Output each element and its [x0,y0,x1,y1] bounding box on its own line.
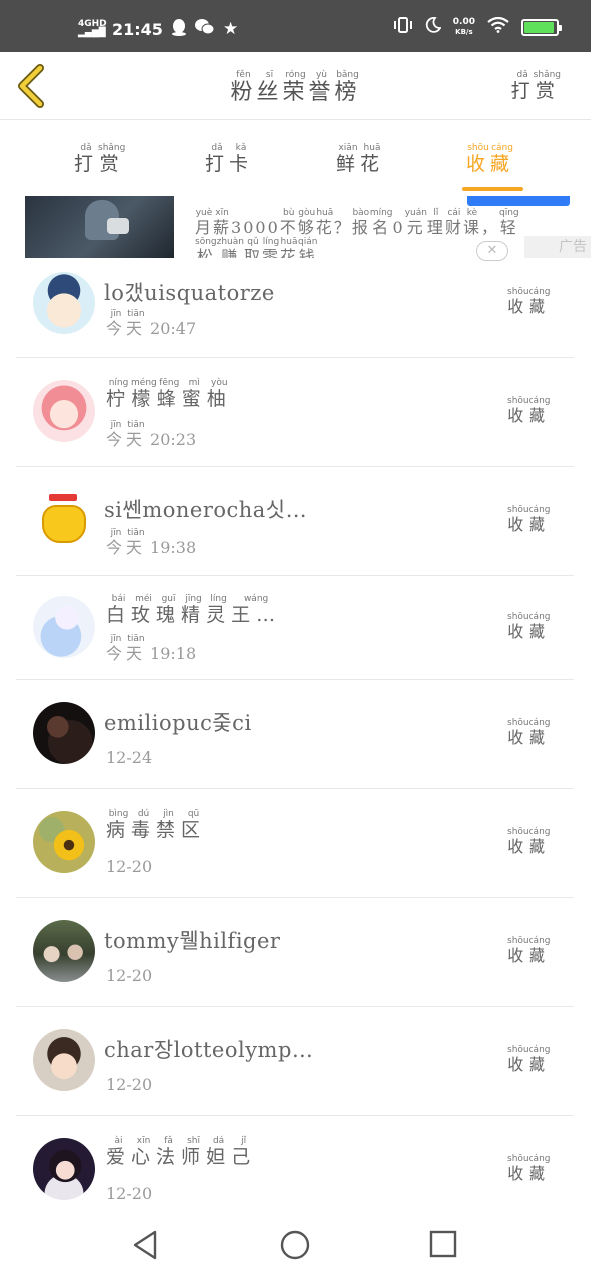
title-char: 榜bǎng [334,70,361,105]
network-speed: 0.00 KB/s [452,17,475,36]
tab-checkin[interactable]: 打dǎ卡kǎ [205,143,253,176]
user-name: 柠níng檬méng蜂fēng蜜mì柚yòu [106,378,232,410]
list-item[interactable]: lo갰uisquatorze 今jīn天tiān20:47 收shōu藏cáng [0,249,591,358]
list-item[interactable]: 柠níng檬méng蜂fēng蜜mì柚yòu 今jīn天tiān20:23 收s… [0,358,591,467]
timestamp: 12-20 [106,857,153,876]
avatar[interactable] [33,380,95,442]
favorite-button[interactable]: 收shōu藏cáng [507,505,551,535]
favorite-button[interactable]: 收shōu藏cáng [507,936,551,966]
avatar[interactable] [33,920,95,982]
timestamp: 今jīn天tiān19:18 [106,634,197,663]
title-char: 丝sī [256,70,283,105]
tab-bar: 打dǎ赏shǎng 打dǎ卡kǎ 鲜xiān花huā 收shōu藏cáng [0,121,591,196]
list-item[interactable]: emiliopuc줒ci 12-24 收shōu藏cáng [0,680,591,789]
status-bar: 4GHD ▂▄▆█ 21:45 ★ 0.00 KB/s [0,0,591,52]
favorite-button[interactable]: 收shōu藏cáng [507,1045,551,1075]
ad-label: 广告 [524,236,591,258]
qq-icon [171,18,187,40]
list-item[interactable]: si쎈monerocha싯… 今jīn天tiān19:38 收shōu藏cáng [0,467,591,576]
list-item[interactable]: 病bìng毒dú禁jìn区qū 12-20 收shōu藏cáng [0,789,591,898]
battery-icon [521,18,562,36]
avatar[interactable] [33,596,95,658]
home-circle-icon[interactable] [279,1229,311,1261]
timestamp: 12-20 [106,966,153,985]
favorite-button[interactable]: 收shōu藏cáng [507,1154,551,1184]
user-name: 爱ài心xīn法fǎ师shī妲dá己jǐ [106,1136,257,1168]
tab-tip[interactable]: 打dǎ赏shǎng [74,143,125,176]
wechat-icon [194,19,215,39]
user-name: lo갰uisquatorze [104,281,275,305]
timestamp: 今jīn天tiān19:38 [106,528,197,557]
vibrate-icon [393,17,413,37]
favorite-button[interactable]: 收shōu藏cáng [507,612,551,642]
avatar[interactable] [33,811,95,873]
user-name: 病bìng毒dú禁jìn区qū [106,809,207,841]
title-char: 誉yù [308,70,335,105]
favorite-button[interactable]: 收shōu藏cáng [507,718,551,748]
list-item[interactable]: char장lotteolymp… 12-20 收shōu藏cáng [0,1007,591,1116]
recents-square-icon[interactable] [428,1229,458,1259]
active-tab-indicator [462,187,523,191]
timestamp: 今jīn天tiān20:23 [106,420,197,449]
list-item[interactable]: 爱ài心xīn法fǎ师shī妲dá己jǐ 12-20 收shōu藏cáng [0,1116,591,1216]
header: 粉fěn丝sī荣róng誉yù榜bǎng 打dǎ赏shǎng [0,52,591,120]
ad-action-button[interactable] [467,196,570,206]
list-item[interactable]: 白bái玫méi瑰guī精jīng灵líng王…wáng 今jīn天tiān19… [0,576,591,680]
user-name: si쎈monerocha싯… [104,498,308,522]
tab-flowers[interactable]: 鲜xiān花huā [336,143,384,176]
status-time: 21:45 [112,19,163,39]
moon-icon [425,17,442,37]
timestamp: 12-20 [106,1075,153,1094]
user-name: tommy뭴hilfiger [104,929,281,953]
avatar[interactable] [33,1029,95,1091]
user-name: emiliopuc줒ci [104,711,252,735]
star-icon: ★ [222,18,239,39]
close-icon[interactable]: ✕ [476,241,508,261]
tab-favorites[interactable]: 收shōu藏cáng [466,143,514,176]
avatar[interactable] [33,489,95,551]
favorite-button[interactable]: 收shōu藏cáng [507,827,551,857]
back-triangle-icon[interactable] [130,1229,162,1261]
timestamp: 今jīn天tiān20:47 [106,309,197,338]
wifi-icon [487,16,509,37]
user-name: char장lotteolymp… [104,1038,314,1062]
avatar[interactable] [33,272,95,334]
list-item[interactable]: tommy뭴hilfiger 12-20 收shōu藏cáng [0,898,591,1007]
title-char: 荣róng [282,70,309,105]
favorite-button[interactable]: 收shōu藏cáng [507,287,551,317]
tip-button[interactable]: 打dǎ赏shǎng [511,70,561,103]
user-name: 白bái玫méi瑰guī精jīng灵líng王…wáng [106,594,282,626]
network-indicator: 4GHD ▂▄▆█ [78,19,107,38]
timestamp: 12-20 [106,1184,153,1203]
page-title: 粉fěn丝sī荣róng誉yù榜bǎng [0,70,591,106]
favorite-button[interactable]: 收shōu藏cáng [507,396,551,426]
system-navbar [0,1212,591,1280]
timestamp: 12-24 [106,748,153,767]
avatar[interactable] [33,702,95,764]
title-char: 粉fěn [230,70,257,105]
avatar[interactable] [33,1138,95,1200]
